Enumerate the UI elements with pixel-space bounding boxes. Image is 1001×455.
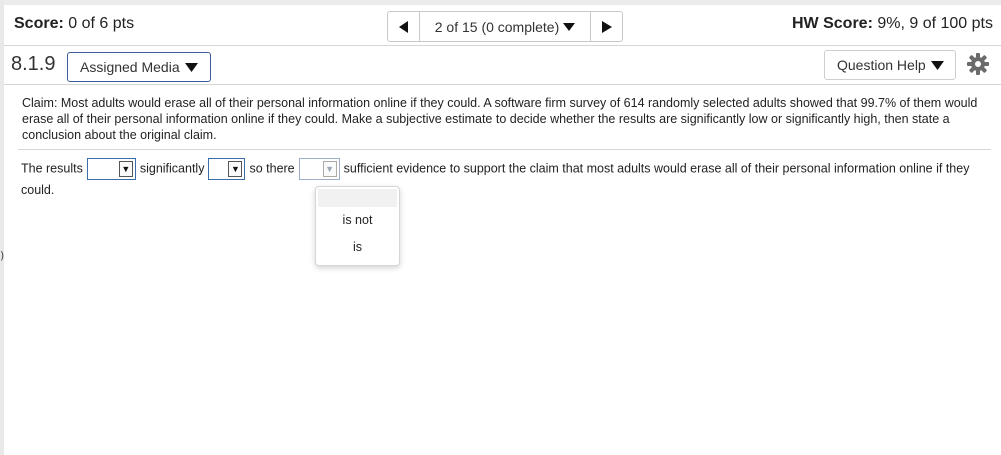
triangle-right-icon — [601, 20, 612, 33]
score: Score: 0 of 6 pts — [14, 15, 134, 33]
caret-down-icon: ▼ — [322, 161, 337, 177]
question-progress: 2 of 15 (0 complete) — [434, 18, 560, 35]
caret-down-icon — [184, 62, 198, 72]
page: Score: 0 of 6 pts 2 of 15 (0 complete) H… — [4, 0, 1001, 455]
caret-down-icon — [563, 22, 576, 31]
question-navigator: 2 of 15 (0 complete) — [387, 11, 623, 42]
results-select[interactable]: ▼ — [86, 158, 136, 180]
triangle-left-icon — [398, 20, 408, 33]
evidence-dropdown-menu: is not is — [315, 186, 400, 266]
question-help-label: Question Help — [837, 57, 926, 73]
question-bar: 8.1.9 Assigned Media Question Help — [4, 46, 1001, 85]
top-bar: Score: 0 of 6 pts 2 of 15 (0 complete) H… — [4, 0, 1001, 46]
dropdown-option-is[interactable]: is — [316, 234, 399, 261]
divider — [18, 149, 991, 150]
score-value: 0 of 6 pts — [68, 15, 135, 32]
assigned-media-button[interactable]: Assigned Media — [67, 52, 211, 82]
caret-down-icon: ▼ — [228, 161, 243, 177]
hw-score-value: 9%, 9 of 100 pts — [877, 15, 993, 32]
question-number: 8.1.9 — [11, 53, 56, 75]
answer-text-2: significantly — [139, 161, 205, 176]
answer-text-3: so there — [249, 161, 295, 176]
caret-down-icon: ▼ — [118, 161, 133, 177]
answer-statement: The results ▼ significantly ▼ so there ▼ suffi… — [21, 158, 991, 201]
question-help-button[interactable]: Question Help — [824, 50, 956, 80]
gear-icon[interactable] — [966, 52, 990, 76]
claim-text: Claim: Most adults would erase all of th… — [22, 96, 978, 142]
next-question-button[interactable] — [590, 11, 623, 42]
caret-down-icon — [930, 60, 944, 70]
previous-question-button[interactable] — [387, 11, 420, 42]
evidence-select[interactable]: ▼ — [298, 158, 340, 180]
assigned-media-label: Assigned Media — [80, 59, 180, 75]
question-select[interactable]: 2 of 15 (0 complete) — [420, 11, 590, 42]
hw-score: HW Score: 9%, 9 of 100 pts — [792, 15, 993, 33]
score-label: Score: — [14, 15, 64, 32]
dropdown-option-blank[interactable] — [318, 189, 397, 207]
dropdown-option-is-not[interactable]: is not — [316, 207, 399, 234]
direction-select[interactable]: ▼ — [208, 158, 246, 180]
hw-score-label: HW Score: — [792, 15, 873, 32]
answer-text-1: The results — [21, 161, 83, 176]
